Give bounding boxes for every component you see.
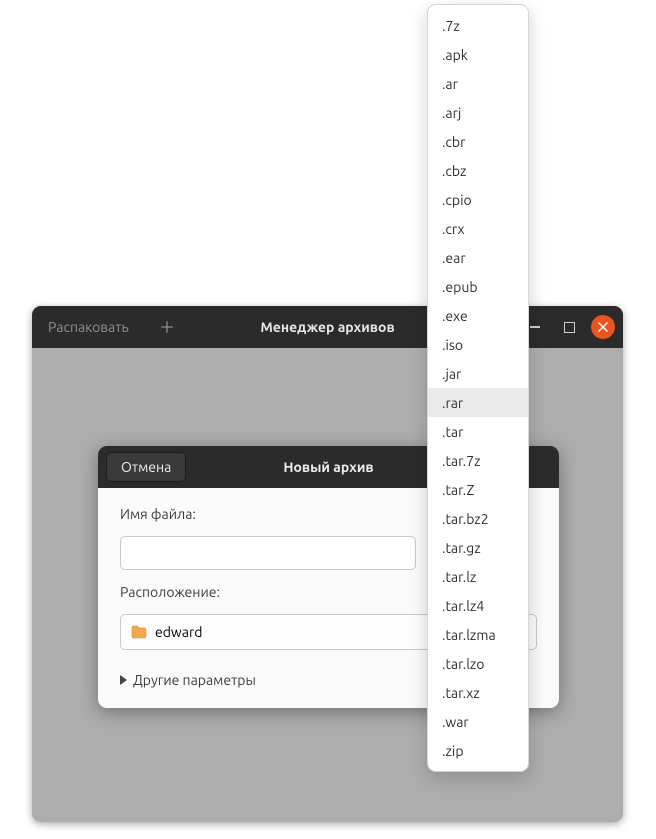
titlebar: Распаковать Менеджер архивов bbox=[32, 306, 623, 348]
archive-manager-window: Распаковать Менеджер архивов Отмена bbox=[32, 306, 623, 822]
extension-option-label: .crx bbox=[442, 221, 465, 237]
extension-option-label: .rar bbox=[442, 395, 463, 411]
extension-option[interactable]: .jar bbox=[428, 359, 528, 388]
extract-button-label: Распаковать bbox=[48, 319, 129, 335]
extension-option-label: .arj bbox=[442, 105, 461, 121]
extension-option[interactable]: .tar.lz bbox=[428, 562, 528, 591]
extension-option-label: .zip bbox=[442, 743, 464, 759]
extension-option[interactable]: .arj bbox=[428, 98, 528, 127]
extension-option[interactable]: .tar bbox=[428, 417, 528, 446]
extract-button[interactable]: Распаковать bbox=[32, 306, 145, 348]
extension-option-label: .jar bbox=[442, 366, 461, 382]
close-icon bbox=[598, 322, 608, 332]
extension-option[interactable]: .exe bbox=[428, 301, 528, 330]
extension-option[interactable]: .cbz bbox=[428, 156, 528, 185]
extension-option[interactable]: .tar.Z bbox=[428, 475, 528, 504]
cancel-button[interactable]: Отмена bbox=[106, 452, 186, 482]
extension-option-label: .apk bbox=[442, 47, 468, 63]
extension-option-label: .tar.lzma bbox=[442, 627, 496, 643]
extension-option-label: .cbr bbox=[442, 134, 465, 150]
extension-option[interactable]: .tar.lz4 bbox=[428, 591, 528, 620]
extension-option-label: .tar bbox=[442, 424, 463, 440]
extension-option[interactable]: .tar.bz2 bbox=[428, 504, 528, 533]
extension-dropdown[interactable]: .7z .apk .ar .arj .cbr .cbz .cpio .crx .ear .epub… bbox=[427, 4, 529, 772]
extension-option[interactable]: .tar.gz bbox=[428, 533, 528, 562]
extension-option[interactable]: .tar.7z bbox=[428, 446, 528, 475]
maximize-button[interactable] bbox=[557, 315, 581, 339]
extension-option[interactable]: .rar bbox=[428, 388, 528, 417]
extension-option[interactable]: .epub bbox=[428, 272, 528, 301]
extension-option-label: .tar.lz4 bbox=[442, 598, 484, 614]
extension-option[interactable]: .cpio bbox=[428, 185, 528, 214]
extension-option-label: .war bbox=[442, 714, 469, 730]
chevron-right-icon bbox=[120, 675, 127, 685]
titlebar-left: Распаковать bbox=[32, 306, 185, 348]
extension-option[interactable]: .7z bbox=[428, 11, 528, 40]
extension-option-label: .exe bbox=[442, 308, 468, 324]
extension-option-label: .tar.bz2 bbox=[442, 511, 489, 527]
extension-option-label: .tar.7z bbox=[442, 453, 481, 469]
extension-option-label: .tar.Z bbox=[442, 482, 474, 498]
extension-option-label: .cpio bbox=[442, 192, 472, 208]
extension-option[interactable]: .cbr bbox=[428, 127, 528, 156]
add-button[interactable] bbox=[149, 309, 185, 345]
extension-option-label: .7z bbox=[442, 18, 460, 34]
extension-option[interactable]: .apk bbox=[428, 40, 528, 69]
extension-option[interactable]: .tar.lzo bbox=[428, 649, 528, 678]
extension-option[interactable]: .tar.xz bbox=[428, 678, 528, 707]
extension-option-label: .ear bbox=[442, 250, 466, 266]
extension-option[interactable]: .ear bbox=[428, 243, 528, 272]
extension-option[interactable]: .ar bbox=[428, 69, 528, 98]
extension-option-label: .epub bbox=[442, 279, 478, 295]
other-params-label: Другие параметры bbox=[133, 672, 256, 688]
extension-option[interactable]: .iso bbox=[428, 330, 528, 359]
extension-option[interactable]: .war bbox=[428, 707, 528, 736]
folder-icon bbox=[131, 625, 147, 639]
extension-option-label: .iso bbox=[442, 337, 463, 353]
extension-option-label: .tar.lz bbox=[442, 569, 476, 585]
extension-option[interactable]: .tar.lzma bbox=[428, 620, 528, 649]
cancel-button-label: Отмена bbox=[121, 459, 171, 475]
plus-icon bbox=[160, 320, 174, 334]
extension-option-label: .tar.gz bbox=[442, 540, 481, 556]
close-button[interactable] bbox=[591, 315, 615, 339]
extension-option[interactable]: .crx bbox=[428, 214, 528, 243]
extension-option-label: .tar.xz bbox=[442, 685, 480, 701]
location-value: edward bbox=[155, 624, 202, 640]
window-controls bbox=[523, 315, 615, 339]
filename-input[interactable] bbox=[120, 536, 416, 570]
extension-option-label: .ar bbox=[442, 76, 458, 92]
extension-option[interactable]: .zip bbox=[428, 736, 528, 765]
extension-option-label: .tar.lzo bbox=[442, 656, 484, 672]
extension-option-label: .cbz bbox=[442, 163, 466, 179]
